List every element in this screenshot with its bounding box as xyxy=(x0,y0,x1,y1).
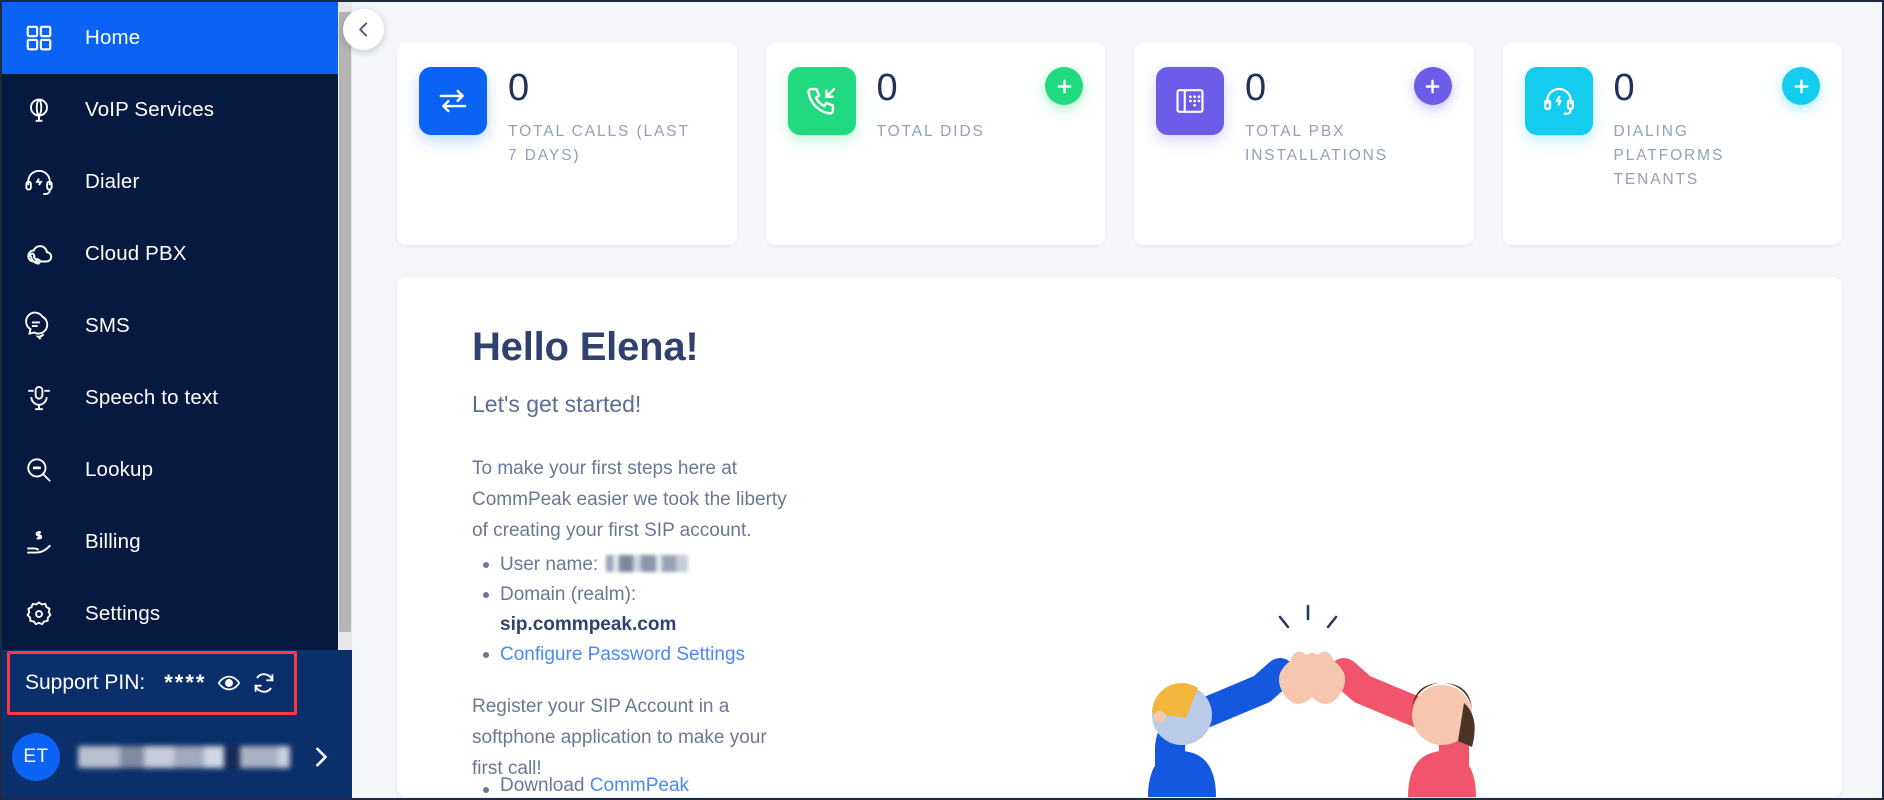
domain-label: Domain (realm): xyxy=(500,584,637,606)
configure-password-settings-link[interactable]: Configure Password Settings xyxy=(500,644,745,665)
sidebar-item-lookup[interactable]: Lookup xyxy=(2,434,352,506)
user-profile-row[interactable]: ET xyxy=(2,716,352,798)
sidebar-item-settings[interactable]: Settings xyxy=(2,578,352,650)
transfer-arrows-icon xyxy=(419,67,487,135)
plus-icon xyxy=(1794,79,1808,93)
welcome-panel: Hello Elena! Let's get started! To make … xyxy=(397,277,1842,797)
username-value-redacted xyxy=(606,555,689,573)
download-prefix: Download xyxy=(500,775,585,796)
domain-value: sip.commpeak.com xyxy=(500,614,677,636)
welcome-body: To make your first steps here at CommPea… xyxy=(472,454,792,785)
scroll-up-arrow[interactable] xyxy=(338,2,352,12)
sidebar-nav: Home VoIP Services Dialer Cloud PBX SMS … xyxy=(2,2,352,650)
sidebar-item-label: Dialer xyxy=(85,170,140,193)
stat-label: TOTAL DIDS xyxy=(876,123,985,140)
sidebar-item-label: VoIP Services xyxy=(85,98,215,121)
sidebar-item-label: Billing xyxy=(85,530,141,553)
support-pin-section: Support PIN: **** xyxy=(2,650,352,716)
page-title: Hello Elena! xyxy=(472,325,699,369)
sip-account-list: User name: Domain (realm): sip.commpeak.… xyxy=(472,550,792,670)
sidebar-item-label: Cloud PBX xyxy=(85,242,187,265)
sidebar-item-home[interactable]: Home xyxy=(2,2,352,74)
cloud-phone-icon xyxy=(16,231,62,277)
grid-icon xyxy=(16,15,62,61)
sidebar-item-cloud-pbx[interactable]: Cloud PBX xyxy=(2,218,352,290)
stat-card-total-pbx-installations[interactable]: 0 TOTAL PBX INSTALLATIONS xyxy=(1134,42,1474,245)
support-pin-row: Support PIN: **** xyxy=(2,650,352,716)
stat-card-total-calls[interactable]: 0 TOTAL CALLS (LAST 7 DAYS) xyxy=(397,42,737,245)
incoming-call-icon xyxy=(787,67,856,135)
chat-icon xyxy=(16,303,62,349)
list-item-domain: Domain (realm): sip.commpeak.com xyxy=(483,580,792,640)
dashboard-root: Home VoIP Services Dialer Cloud PBX SMS … xyxy=(0,0,1884,800)
main-content: 0 TOTAL CALLS (LAST 7 DAYS) 0 TOTAL DIDS… xyxy=(352,2,1882,798)
stat-label: DIALING PLATFORMS TENANTS xyxy=(1613,123,1725,189)
stats-row: 0 TOTAL CALLS (LAST 7 DAYS) 0 TOTAL DIDS… xyxy=(397,42,1842,245)
support-pin-value: **** xyxy=(164,670,207,695)
sidebar-scrollbar[interactable] xyxy=(338,2,352,650)
sidebar-item-sms[interactable]: SMS xyxy=(2,290,352,362)
stat-value: 0 xyxy=(508,67,530,109)
sidebar-item-voip-services[interactable]: VoIP Services xyxy=(2,74,352,146)
refresh-icon[interactable] xyxy=(252,671,276,695)
stat-label: TOTAL PBX INSTALLATIONS xyxy=(1245,123,1388,165)
chevron-left-icon xyxy=(359,22,368,37)
globe-icon xyxy=(16,87,62,133)
stat-value: 0 xyxy=(1613,67,1635,109)
stat-card-total-dids[interactable]: 0 TOTAL DIDS xyxy=(765,42,1105,245)
commpeak-download-link[interactable]: CommPeak xyxy=(590,775,689,796)
sidebar-item-speech-to-text[interactable]: Speech to text xyxy=(2,362,352,434)
user-name-redacted xyxy=(78,746,290,768)
eye-icon[interactable] xyxy=(217,671,241,695)
avatar: ET xyxy=(12,733,60,781)
scroll-down-arrow[interactable] xyxy=(338,640,352,650)
headset-bolt-icon xyxy=(1524,67,1593,135)
microphone-icon xyxy=(16,375,62,421)
high-five-illustration xyxy=(1148,604,1476,797)
list-item-username: User name: xyxy=(483,550,792,580)
sidebar-item-label: SMS xyxy=(85,314,130,337)
welcome-subtitle: Let's get started! xyxy=(472,391,642,417)
desk-phone-icon xyxy=(1156,67,1224,135)
support-pin-label: Support PIN: xyxy=(25,671,146,694)
magnifier-icon xyxy=(16,447,62,493)
stat-value: 0 xyxy=(876,67,898,109)
plus-icon xyxy=(1057,79,1071,93)
stat-card-dialing-platforms-tenants[interactable]: 0 DIALING PLATFORMS TENANTS xyxy=(1502,42,1842,245)
sidebar-item-label: Lookup xyxy=(85,458,154,481)
sidebar-item-label: Home xyxy=(85,26,141,49)
sidebar: Home VoIP Services Dialer Cloud PBX SMS … xyxy=(2,2,352,798)
gear-icon xyxy=(16,591,62,637)
chevron-right-icon[interactable] xyxy=(308,744,334,770)
stat-value: 0 xyxy=(1245,67,1267,109)
username-label: User name: xyxy=(500,554,599,576)
list-item-configure-password[interactable]: Configure Password Settings xyxy=(483,640,792,670)
welcome-register-text: Register your SIP Account in a softphone… xyxy=(472,696,767,779)
sidebar-item-billing[interactable]: Billing xyxy=(2,506,352,578)
sidebar-item-label: Speech to text xyxy=(85,386,219,409)
welcome-intro-text: To make your first steps here at CommPea… xyxy=(472,458,787,541)
headset-icon xyxy=(16,159,62,205)
hand-money-icon xyxy=(16,519,62,565)
sidebar-item-label: Settings xyxy=(85,602,161,625)
plus-icon xyxy=(1425,79,1440,93)
stat-label: TOTAL CALLS (LAST 7 DAYS) xyxy=(508,123,690,165)
add-did-button[interactable] xyxy=(1045,67,1083,105)
list-item-download[interactable]: Download CommPeak xyxy=(472,775,689,797)
scrollbar-thumb[interactable] xyxy=(339,12,351,632)
sidebar-collapse-button[interactable] xyxy=(343,9,384,50)
add-dialing-tenant-button[interactable] xyxy=(1782,67,1820,105)
sidebar-item-dialer[interactable]: Dialer xyxy=(2,146,352,218)
add-pbx-installation-button[interactable] xyxy=(1413,67,1452,105)
